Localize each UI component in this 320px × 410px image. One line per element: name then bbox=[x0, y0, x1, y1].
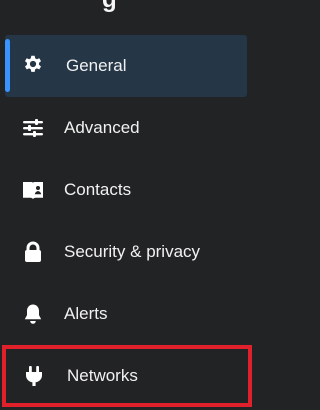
settings-sidebar: g General Advanc bbox=[0, 0, 253, 410]
lock-icon bbox=[20, 239, 46, 265]
sidebar-item-networks[interactable]: Networks bbox=[2, 345, 252, 407]
page-title-fragment: g bbox=[102, 0, 117, 14]
gear-icon bbox=[20, 53, 46, 79]
sidebar-item-alerts[interactable]: Alerts bbox=[0, 283, 253, 345]
sidebar-item-label: Contacts bbox=[64, 180, 132, 199]
sidebar-item-contacts[interactable]: Contacts bbox=[0, 159, 253, 221]
address-book-icon bbox=[20, 177, 46, 203]
sidebar-item-label: General bbox=[66, 56, 127, 75]
sidebar-item-security-privacy[interactable]: Security & privacy bbox=[0, 221, 253, 283]
settings-menu: General Advanced Contacts Security & pri… bbox=[0, 35, 253, 407]
sidebar-item-label: Networks bbox=[67, 366, 138, 385]
sidebar-item-label: Alerts bbox=[64, 304, 108, 323]
sidebar-item-label: Advanced bbox=[64, 118, 140, 137]
sidebar-item-advanced[interactable]: Advanced bbox=[0, 97, 253, 159]
sidebar-item-general[interactable]: General bbox=[5, 35, 247, 97]
bell-icon bbox=[20, 301, 46, 327]
plug-icon bbox=[21, 363, 47, 389]
sidebar-item-label: Security & privacy bbox=[64, 242, 201, 261]
sliders-icon bbox=[20, 115, 46, 141]
